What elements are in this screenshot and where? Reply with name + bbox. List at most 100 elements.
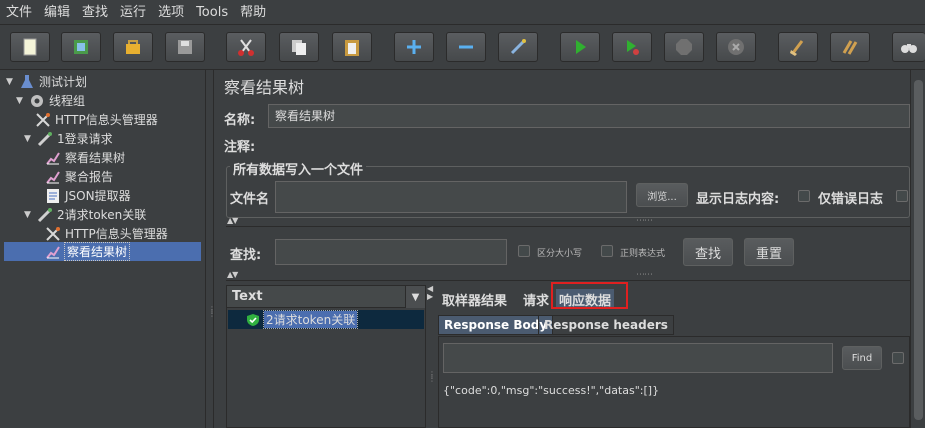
divider bbox=[226, 280, 910, 281]
menu-tools[interactable]: Tools bbox=[190, 0, 234, 25]
search-input[interactable] bbox=[275, 239, 507, 265]
find-input[interactable] bbox=[443, 343, 833, 373]
cut-button[interactable] bbox=[226, 32, 266, 62]
tab-response-headers[interactable]: Response headers bbox=[538, 315, 674, 335]
toggle-button[interactable] bbox=[498, 32, 538, 62]
search-button[interactable] bbox=[892, 32, 925, 62]
errors-only-label: 仅错误日志 bbox=[818, 192, 884, 207]
pipette-icon bbox=[36, 131, 54, 147]
success-shield-icon bbox=[247, 313, 259, 326]
success-only-checkbox[interactable] bbox=[896, 190, 908, 202]
case-sensitive-label: 区分大小写 bbox=[537, 249, 583, 259]
regex-checkbox[interactable] bbox=[601, 245, 613, 257]
comment-field[interactable] bbox=[268, 132, 910, 152]
new-button[interactable] bbox=[10, 32, 50, 62]
results-list: Text ▼ 2请求token关联 bbox=[226, 285, 426, 428]
tree-item-test-plan[interactable]: ▼ 测试计划 bbox=[6, 72, 87, 91]
main-scrollbar[interactable] bbox=[910, 70, 925, 428]
collapse-toggle-icon[interactable]: ▼ bbox=[24, 134, 36, 144]
test-plan-tree: ▼ 测试计划 ▼ 线程组 HTTP信息头管理器 ▼ 1登录请求 察看结果树 聚合… bbox=[0, 70, 205, 428]
tree-item-header-manager-2[interactable]: HTTP信息头管理器 bbox=[44, 224, 168, 243]
tab-request[interactable]: 请求 bbox=[520, 289, 552, 309]
search-button[interactable]: 查找 bbox=[683, 238, 733, 266]
document-icon bbox=[44, 188, 62, 204]
collapse-arrows-icon[interactable]: ◀ ▶ bbox=[427, 285, 433, 301]
wrench-icon bbox=[34, 112, 52, 128]
response-body-text: {"code":0,"msg":"success!","datas":[]} bbox=[443, 384, 660, 397]
start-no-pause-button[interactable] bbox=[612, 32, 652, 62]
tab-sampler-result[interactable]: 取样器结果 bbox=[439, 289, 510, 309]
menu-options[interactable]: 选项 bbox=[152, 0, 190, 25]
stop-button[interactable] bbox=[664, 32, 704, 62]
menu-help[interactable]: 帮助 bbox=[234, 0, 272, 25]
errors-only-checkbox[interactable] bbox=[798, 190, 810, 202]
gear-icon bbox=[28, 93, 46, 109]
tree-item-login-request[interactable]: ▼ 1登录请求 bbox=[24, 129, 113, 148]
tree-splitter[interactable]: ⋮ ⋮ bbox=[205, 70, 216, 428]
tree-item-token-request[interactable]: ▼ 2请求token关联 bbox=[24, 205, 146, 224]
tree-item-header-manager-1[interactable]: HTTP信息头管理器 bbox=[34, 110, 158, 129]
flask-icon bbox=[18, 74, 36, 90]
graph-icon bbox=[44, 169, 62, 185]
splitter-grip[interactable]: ⋯⋯ bbox=[636, 270, 653, 280]
start-button[interactable] bbox=[560, 32, 600, 62]
name-field[interactable]: 察看结果树 bbox=[268, 104, 910, 128]
page-title: 察看结果树 bbox=[224, 78, 305, 97]
clear-all-icon bbox=[842, 40, 858, 55]
clear-button[interactable] bbox=[778, 32, 818, 62]
tab-response-body[interactable]: Response Body bbox=[438, 315, 554, 335]
reset-button[interactable]: 重置 bbox=[744, 238, 794, 266]
paste-button[interactable] bbox=[332, 32, 372, 62]
splitter-grip[interactable]: ⋯⋯ bbox=[636, 216, 653, 226]
renderer-selector[interactable]: Text ▼ bbox=[227, 286, 425, 308]
scrollbar-thumb[interactable] bbox=[914, 80, 923, 420]
result-row[interactable]: 2请求token关联 bbox=[228, 310, 424, 329]
filename-input[interactable] bbox=[275, 181, 627, 213]
browse-button[interactable]: 浏览... bbox=[636, 183, 688, 207]
save-button[interactable] bbox=[165, 32, 205, 62]
results-splitter[interactable]: ◀ ▶ ⋮ ⋮ bbox=[427, 285, 436, 428]
tree-item-thread-group[interactable]: ▼ 线程组 bbox=[16, 91, 85, 110]
tree-item-json-extractor[interactable]: JSON提取器 bbox=[44, 186, 131, 205]
case-sensitive-checkbox[interactable] bbox=[518, 245, 530, 257]
template-button[interactable] bbox=[61, 32, 101, 62]
template-icon bbox=[74, 40, 88, 54]
filename-label: 文件名 bbox=[230, 192, 270, 207]
log-content-label: 显示日志内容: bbox=[696, 192, 780, 207]
menu-run[interactable]: 运行 bbox=[114, 0, 152, 25]
cut-icon bbox=[238, 39, 254, 56]
wrench-icon bbox=[44, 226, 62, 242]
clear-all-button[interactable] bbox=[830, 32, 870, 62]
collapse-arrows-icon[interactable]: ▲▼ bbox=[227, 270, 238, 279]
open-button[interactable] bbox=[113, 32, 153, 62]
collapse-toggle-icon[interactable]: ▼ bbox=[6, 77, 18, 87]
collapse-toggle-icon[interactable]: ▼ bbox=[24, 210, 36, 220]
divider bbox=[226, 226, 910, 227]
regex-label: 正则表达式 bbox=[620, 249, 666, 259]
tree-item-view-results-tree-1[interactable]: 察看结果树 bbox=[44, 148, 125, 167]
result-tabs: 取样器结果 请求 响应数据 bbox=[436, 285, 906, 311]
menu-file[interactable]: 文件 bbox=[0, 0, 38, 25]
start-no-pause-icon bbox=[627, 40, 639, 55]
tree-item-view-results-tree-2[interactable]: 察看结果树 bbox=[44, 242, 131, 261]
chevron-down-icon[interactable]: ▼ bbox=[405, 286, 425, 308]
search-binoculars-icon bbox=[901, 44, 917, 53]
collapse-toggle-icon[interactable]: ▼ bbox=[16, 96, 28, 106]
collapse-arrows-icon[interactable]: ▲▼ bbox=[227, 216, 238, 225]
menu-bar: 文件 编辑 查找 运行 选项 Tools 帮助 bbox=[0, 0, 925, 25]
main-panel: 察看结果树 名称: 察看结果树 注释: 所有数据写入一个文件 文件名 浏览...… bbox=[220, 70, 910, 428]
start-icon bbox=[576, 40, 586, 54]
name-label: 名称: bbox=[224, 113, 256, 128]
menu-search[interactable]: 查找 bbox=[76, 0, 114, 25]
clear-icon bbox=[790, 40, 804, 56]
expand-button[interactable] bbox=[394, 32, 434, 62]
menu-edit[interactable]: 编辑 bbox=[38, 0, 76, 25]
shutdown-button[interactable] bbox=[716, 32, 756, 62]
find-option-checkbox[interactable] bbox=[892, 352, 904, 364]
tree-item-aggregate-report[interactable]: 聚合报告 bbox=[44, 167, 113, 186]
collapse-button[interactable] bbox=[446, 32, 486, 62]
find-button[interactable]: Find bbox=[842, 346, 882, 370]
save-icon bbox=[178, 40, 192, 54]
toggle-icon bbox=[510, 39, 526, 55]
copy-button[interactable] bbox=[279, 32, 319, 62]
